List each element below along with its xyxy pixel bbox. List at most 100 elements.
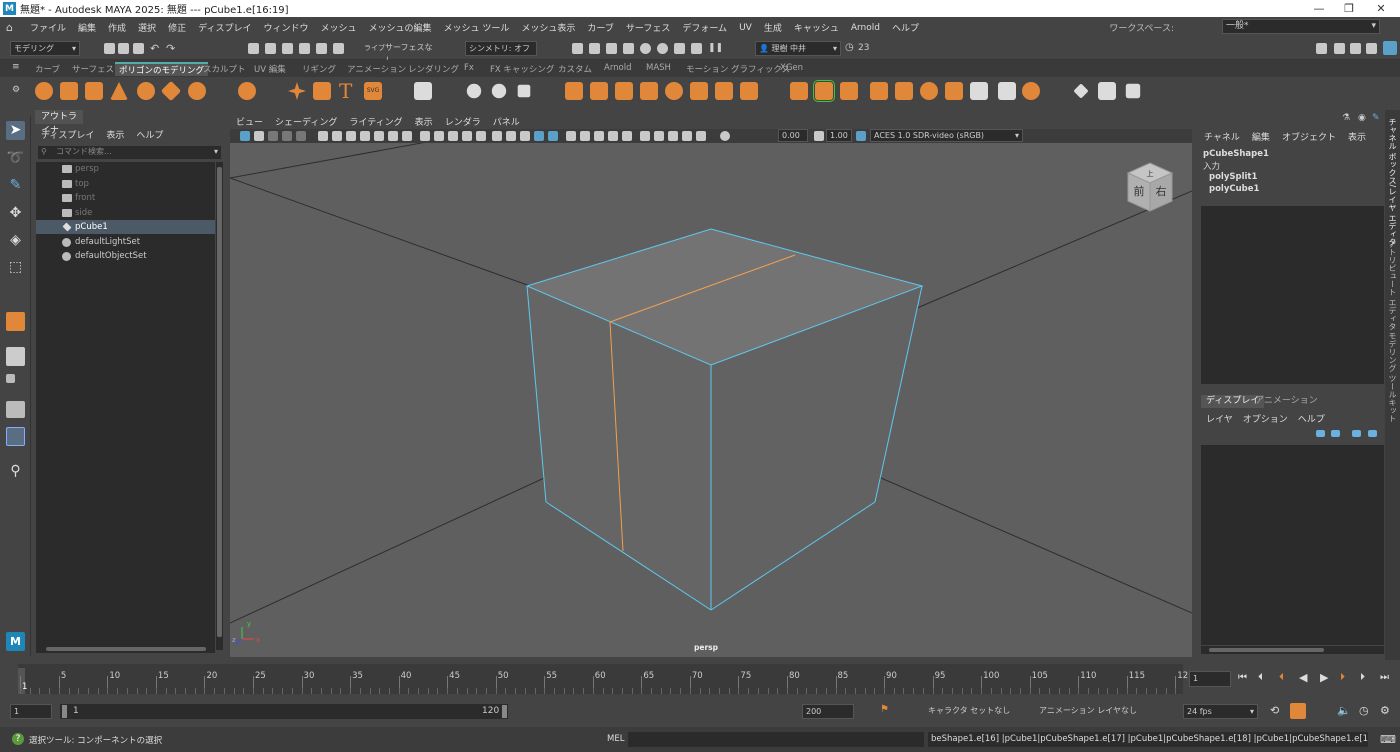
shelf-tab-sculpting[interactable]: スカルプト <box>203 63 246 75</box>
measure-icon[interactable] <box>491 83 507 99</box>
viewport-menu-show[interactable]: 表示 <box>415 115 433 128</box>
gamma-icon[interactable] <box>654 131 664 141</box>
shelf-tab-xgen[interactable]: XGen <box>780 63 803 73</box>
go-to-end-icon[interactable]: ⏭ <box>1380 672 1389 683</box>
step-forward-key-icon[interactable]: ⏵ <box>1340 672 1345 683</box>
xray-joints-icon[interactable] <box>520 131 530 141</box>
auto-unwrap-icon[interactable] <box>1125 83 1141 99</box>
channel-menu-object[interactable]: オブジェクト <box>1282 130 1336 143</box>
select-object-icon[interactable] <box>265 43 276 54</box>
poly-cylinder-icon[interactable] <box>85 82 103 100</box>
step-forward-frame-icon[interactable]: ⏵ <box>1360 672 1365 683</box>
ipr-render-icon[interactable] <box>589 43 600 54</box>
maya-home-icon[interactable]: M <box>6 632 25 651</box>
camera-settings-icon[interactable] <box>696 131 706 141</box>
side-tab-channel-box[interactable]: チャネル ボックス/レイヤ エディタ <box>1387 118 1398 246</box>
svg-tool-icon[interactable]: SVG <box>364 82 382 100</box>
bevel-icon[interactable] <box>813 80 835 102</box>
multi-cut-icon[interactable] <box>970 82 988 100</box>
menu-deform[interactable]: デフォーム <box>676 21 733 34</box>
planar-mapping-icon[interactable] <box>1098 82 1116 100</box>
boolean-icon[interactable] <box>640 82 658 100</box>
outliner-menu-help[interactable]: ヘルプ <box>136 128 163 141</box>
script-language-toggle[interactable]: MEL <box>607 734 624 744</box>
channel-input-poly-split[interactable]: polySplit1 <box>1209 172 1257 182</box>
tool-settings-toggle-icon[interactable] <box>1350 43 1361 54</box>
viewport-menu-shading[interactable]: シェーディング <box>275 115 337 128</box>
retopologize-icon[interactable] <box>715 82 733 100</box>
smooth-icon[interactable] <box>615 82 633 100</box>
step-back-frame-icon[interactable]: ⏴ <box>1258 672 1263 683</box>
outliner-item-pcube1[interactable]: pCube1 <box>36 220 215 234</box>
motion-blur-icon[interactable] <box>594 131 604 141</box>
field-chart-icon[interactable] <box>388 131 398 141</box>
outliner-vertical-scrollbar[interactable] <box>216 162 223 650</box>
menu-help[interactable]: ヘルプ <box>886 21 925 34</box>
select-tool-icon[interactable]: ➤ <box>6 121 25 140</box>
poly-disc-icon[interactable] <box>188 82 206 100</box>
shelf-settings-icon[interactable]: ⚙ <box>12 85 20 95</box>
menu-generate[interactable]: 生成 <box>758 21 788 34</box>
poly-torus-icon[interactable] <box>137 82 155 100</box>
menu-select[interactable]: 選択 <box>132 21 162 34</box>
2d-pan-zoom-icon[interactable] <box>296 131 306 141</box>
play-render-icon[interactable] <box>691 43 702 54</box>
menu-cache[interactable]: キャッシュ <box>788 21 845 34</box>
new-layer-selected-icon[interactable] <box>1368 430 1377 437</box>
append-polygon-icon[interactable] <box>870 82 888 100</box>
save-scene-icon[interactable] <box>133 43 144 54</box>
animation-end-field[interactable]: 200 <box>802 704 854 719</box>
menu-uv[interactable]: UV <box>733 23 758 33</box>
side-tab-attribute-editor[interactable]: アトリビュート エディタ <box>1387 240 1398 331</box>
side-tab-modeling-toolkit[interactable]: モデリング ツールキット <box>1387 332 1398 423</box>
poly-cube-icon[interactable] <box>60 82 78 100</box>
select-hierarchy-icon[interactable] <box>248 43 259 54</box>
wireframe-icon[interactable] <box>420 131 430 141</box>
character-set-select[interactable]: キャラクタ セットなし <box>925 704 1025 719</box>
outliner-horizontal-scrollbar[interactable] <box>36 645 215 653</box>
viewport-menu-renderer[interactable]: レンダラ <box>445 115 481 128</box>
search-icon[interactable]: ⚲ <box>6 462 25 481</box>
bookmark-icon[interactable] <box>268 131 278 141</box>
anti-aliasing-icon[interactable] <box>608 131 618 141</box>
symmetry-select[interactable]: シンメトリ: オフ <box>465 41 537 56</box>
step-back-key-icon[interactable]: ⏴ <box>1279 672 1284 683</box>
move-layer-up-icon[interactable] <box>1316 430 1325 437</box>
channel-menu-show[interactable]: 表示 <box>1348 130 1366 143</box>
channel-box-toggle-icon[interactable] <box>1366 43 1377 54</box>
menu-mesh[interactable]: メッシュ <box>314 21 362 34</box>
mode-select[interactable]: モデリング ▾ <box>10 41 80 56</box>
exposure-dial-icon[interactable] <box>720 131 730 141</box>
shadows-icon[interactable] <box>566 131 576 141</box>
wireframe-on-shaded-icon[interactable] <box>462 131 472 141</box>
select-component-icon[interactable] <box>282 43 293 54</box>
remesh-icon[interactable] <box>690 82 708 100</box>
animation-prefs-icon[interactable]: ⚙ <box>1380 704 1390 717</box>
scale-tool-icon[interactable]: ⬚ <box>6 258 25 277</box>
arnold-render-icon[interactable] <box>640 43 651 54</box>
extrude-icon[interactable] <box>790 82 808 100</box>
range-start-handle[interactable] <box>62 705 67 718</box>
shelf-tab-rendering[interactable]: レンダリング <box>408 63 459 75</box>
animation-layer-select[interactable]: アニメーション レイヤなし <box>1036 704 1151 719</box>
single-perspective-layout-icon[interactable] <box>6 347 25 366</box>
loop-icon[interactable]: ⟲ <box>1270 704 1279 717</box>
color-space-select[interactable]: ACES 1.0 SDR-video (sRGB) ▾ <box>870 129 1023 142</box>
viewport-menu-view[interactable]: ビュー <box>236 115 263 128</box>
outliner-menu-display[interactable]: ディスプレイ <box>41 128 94 141</box>
channel-shape-name[interactable]: pCubeShape1 <box>1203 149 1269 159</box>
collapse-icon[interactable] <box>1022 82 1040 100</box>
menu-surfaces[interactable]: サーフェス <box>620 21 676 34</box>
exposure-icon[interactable] <box>640 131 650 141</box>
move-tool-icon[interactable]: ✥ <box>6 204 25 223</box>
insert-edge-loop-icon[interactable] <box>945 82 963 100</box>
lasso-tool-icon[interactable]: ➰ <box>6 149 25 168</box>
grid-icon[interactable] <box>414 82 432 100</box>
channel-icon-c[interactable]: ✎ <box>1372 113 1380 123</box>
animation-start-field[interactable]: 1 <box>10 704 52 719</box>
textured-icon[interactable] <box>476 131 486 141</box>
channel-menu-edit[interactable]: 編集 <box>1252 130 1270 143</box>
depth-of-field-icon[interactable] <box>622 131 632 141</box>
menu-curves[interactable]: カーブ <box>581 21 619 34</box>
select-camera-icon[interactable] <box>240 131 250 141</box>
